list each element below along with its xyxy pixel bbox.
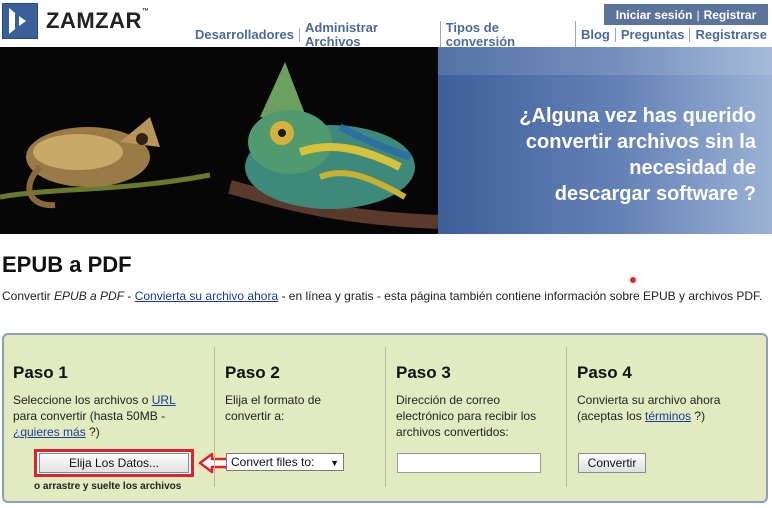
zamzar-logo-icon: [2, 3, 38, 39]
want-more-link[interactable]: ¿quieres más: [13, 425, 86, 439]
zamzar-logo[interactable]: ZAMZAR™: [2, 3, 149, 39]
step-4-text: Convierta su archivo ahora (aceptas los …: [577, 393, 721, 423]
format-select[interactable]: Convert files to: ▼: [226, 453, 344, 471]
login-link[interactable]: Iniciar sesión: [616, 8, 693, 22]
chameleon-photo: [0, 47, 439, 234]
step-1: Paso 1 Seleccione los archivos o URL par…: [4, 335, 234, 501]
banner-message-panel: ¿Alguna vez has querido convertir archiv…: [438, 47, 772, 234]
nav-developers[interactable]: Desarrolladores: [190, 28, 300, 42]
top-navigation: Desarrolladores Administrar Archivos Tip…: [190, 21, 772, 49]
step-2-text: Elija el formato de convertir a:: [225, 393, 322, 423]
step-1-title: Paso 1: [13, 363, 68, 382]
auth-separator: |: [696, 7, 700, 22]
step-1-text: Seleccione los archivos o URL para conve…: [13, 393, 176, 439]
red-dot-marker: [630, 277, 636, 283]
choose-files-button[interactable]: Elija Los Datos...: [39, 453, 189, 473]
converter-panel: Paso 1 Seleccione los archivos o URL par…: [2, 333, 768, 503]
page-title: EPUB a PDF: [2, 252, 132, 277]
step-3: Paso 3 Dirección de correo electrónico p…: [386, 335, 566, 501]
choose-files-highlight: Elija Los Datos...: [34, 449, 194, 477]
step-2-title: Paso 2: [225, 363, 280, 382]
hero-banner: ¿Alguna vez has querido convertir archiv…: [0, 47, 772, 234]
banner-stripe: [438, 47, 772, 75]
url-link[interactable]: URL: [152, 393, 176, 407]
step-4-title: Paso 4: [577, 363, 632, 382]
banner-line-1: ¿Alguna vez has querido: [519, 105, 756, 127]
nav-signup[interactable]: Registrarse: [690, 28, 772, 42]
nav-manage-files[interactable]: Administrar Archivos: [300, 21, 441, 49]
step-3-title: Paso 3: [396, 363, 451, 382]
nav-questions[interactable]: Preguntas: [616, 28, 691, 42]
banner-line-2: convertir archivos sin la: [525, 131, 756, 153]
page-description: Convertir EPUB a PDF - Convierta su arch…: [2, 289, 763, 303]
banner-line-3: necesidad de: [629, 157, 756, 179]
header: ZAMZAR™ Iniciar sesión | Registrar Desar…: [0, 0, 772, 49]
dropdown-arrow-icon: ▼: [330, 458, 339, 468]
convert-now-link[interactable]: Convierta su archivo ahora: [135, 289, 278, 303]
drag-drop-note: o arrastre y suelte los archivos: [34, 481, 182, 492]
step-2: Paso 2 Elija el formato de convertir a:: [215, 335, 385, 501]
nav-conversion-types[interactable]: Tipos de conversión: [441, 21, 576, 49]
convert-button[interactable]: Convertir: [578, 453, 646, 473]
step-3-text: Dirección de correo electrónico para rec…: [396, 393, 537, 439]
zamzar-logo-text: ZAMZAR™: [46, 8, 150, 33]
register-link[interactable]: Registrar: [704, 8, 757, 22]
email-input[interactable]: [397, 453, 541, 473]
terms-link[interactable]: términos: [645, 409, 691, 423]
auth-bar: Iniciar sesión | Registrar: [604, 4, 768, 25]
nav-blog[interactable]: Blog: [576, 28, 616, 42]
banner-line-4: descargar software ?: [554, 183, 756, 205]
step-4: Paso 4 Convierta su archivo ahora (acept…: [567, 335, 767, 501]
banner-headline: ¿Alguna vez has querido convertir archiv…: [456, 103, 756, 207]
